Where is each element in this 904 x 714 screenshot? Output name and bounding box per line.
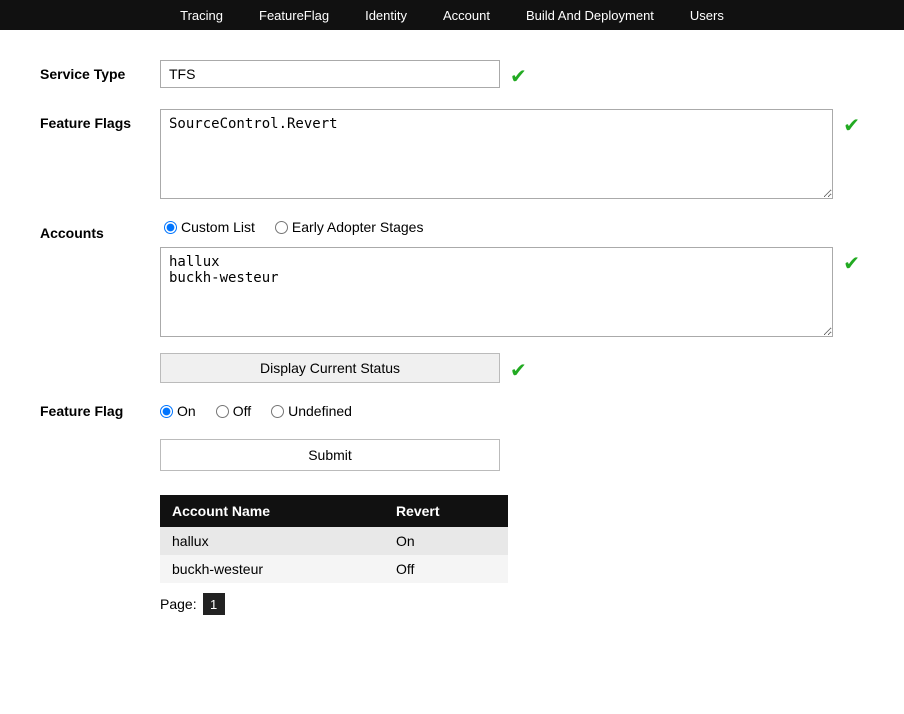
feature-flag-off-label: Off <box>233 403 251 419</box>
table-row: buckh-westeurOff <box>160 555 508 583</box>
feature-flag-on-label: On <box>177 403 196 419</box>
col-revert: Revert <box>384 495 508 527</box>
accounts-textarea[interactable] <box>160 247 833 337</box>
nav-featureflag[interactable]: FeatureFlag <box>241 8 347 23</box>
feature-flags-check-icon: ✔ <box>843 109 860 138</box>
table-cell-revert: On <box>384 527 508 555</box>
service-type-check-icon: ✔ <box>510 60 527 89</box>
table-cell-account: buckh-westeur <box>160 555 384 583</box>
feature-flag-on-radio[interactable] <box>160 405 173 418</box>
accounts-custom-list-option[interactable]: Custom List <box>164 219 255 235</box>
nav-build-deployment[interactable]: Build And Deployment <box>508 8 672 23</box>
feature-flags-row: Feature Flags ✔ <box>40 109 864 199</box>
accounts-custom-list-label: Custom List <box>181 219 255 235</box>
accounts-early-adopter-label: Early Adopter Stages <box>292 219 424 235</box>
page-number[interactable]: 1 <box>203 593 225 615</box>
service-type-label: Service Type <box>40 60 160 82</box>
submit-row: Submit <box>160 439 864 471</box>
accounts-radio-group: Custom List Early Adopter Stages <box>160 219 860 235</box>
service-type-control: ✔ <box>160 60 860 89</box>
main-nav: Tracing FeatureFlag Identity Account Bui… <box>0 0 904 30</box>
feature-flag-off-radio[interactable] <box>216 405 229 418</box>
main-content: Service Type ✔ Feature Flags ✔ Accounts … <box>0 30 904 645</box>
feature-flag-off-option[interactable]: Off <box>216 403 251 419</box>
service-type-row: Service Type ✔ <box>40 60 864 89</box>
feature-flags-label: Feature Flags <box>40 109 160 131</box>
accounts-custom-list-radio[interactable] <box>164 221 177 234</box>
feature-flags-textarea[interactable] <box>160 109 833 199</box>
page-label: Page: <box>160 596 197 612</box>
table-row: halluxOn <box>160 527 508 555</box>
pagination: Page: 1 <box>160 593 864 615</box>
table-cell-account: hallux <box>160 527 384 555</box>
accounts-early-adopter-radio[interactable] <box>275 221 288 234</box>
table-header-row: Account Name Revert <box>160 495 508 527</box>
table-wrap: Account Name Revert halluxOnbuckh-westeu… <box>160 495 864 583</box>
feature-flag-on-option[interactable]: On <box>160 403 196 419</box>
accounts-textarea-wrap: ✔ <box>160 247 860 337</box>
feature-flag-row: Feature Flag On Off Undefined <box>40 403 864 419</box>
service-type-input[interactable] <box>160 60 500 88</box>
accounts-label: Accounts <box>40 219 160 241</box>
accounts-early-adopter-option[interactable]: Early Adopter Stages <box>275 219 424 235</box>
status-row: Display Current Status ✔ <box>160 353 864 383</box>
nav-tracing[interactable]: Tracing <box>162 8 241 23</box>
display-status-button[interactable]: Display Current Status <box>160 353 500 383</box>
status-check-icon: ✔ <box>510 354 527 383</box>
results-table: Account Name Revert halluxOnbuckh-westeu… <box>160 495 508 583</box>
accounts-content: Custom List Early Adopter Stages ✔ <box>160 219 860 337</box>
feature-flags-control: ✔ <box>160 109 860 199</box>
submit-button[interactable]: Submit <box>160 439 500 471</box>
feature-flag-undefined-label: Undefined <box>288 403 352 419</box>
nav-account[interactable]: Account <box>425 8 508 23</box>
accounts-row: Accounts Custom List Early Adopter Stage… <box>40 219 864 337</box>
feature-flag-options: On Off Undefined <box>160 403 352 419</box>
feature-flag-label: Feature Flag <box>40 403 160 419</box>
feature-flag-undefined-radio[interactable] <box>271 405 284 418</box>
col-account-name: Account Name <box>160 495 384 527</box>
nav-identity[interactable]: Identity <box>347 8 425 23</box>
feature-flag-undefined-option[interactable]: Undefined <box>271 403 352 419</box>
accounts-check-icon: ✔ <box>843 247 860 276</box>
table-cell-revert: Off <box>384 555 508 583</box>
nav-users[interactable]: Users <box>672 8 742 23</box>
